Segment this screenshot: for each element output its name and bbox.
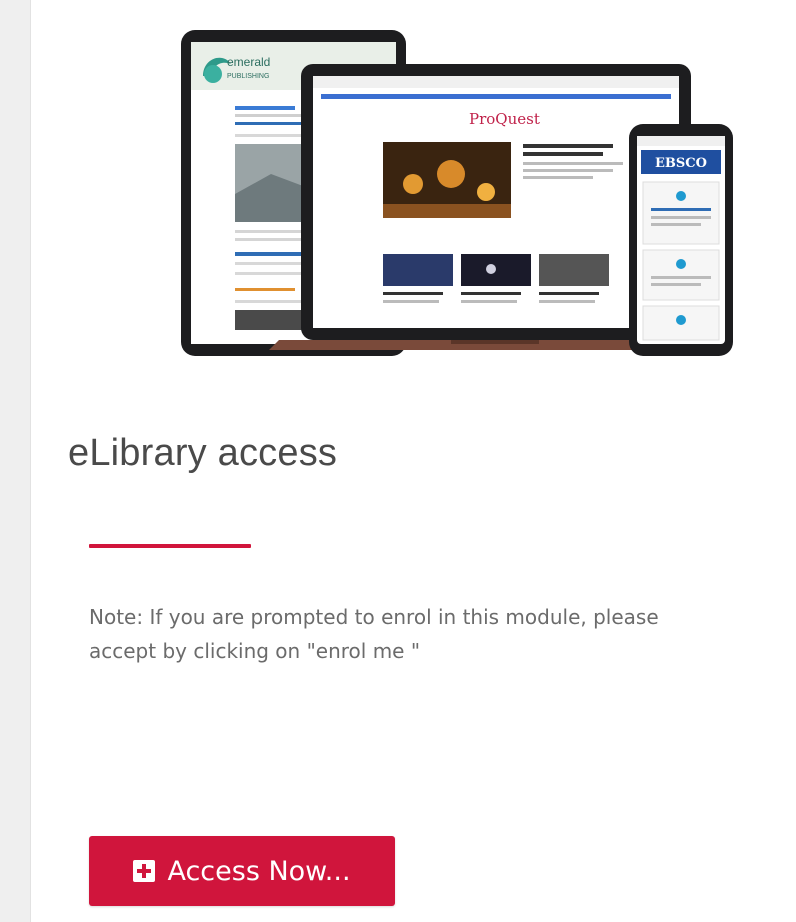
devices-hero-image: emerald PUBLISHING ProQuest EBSCO — [181, 30, 733, 356]
enrol-note: Note: If you are prompted to enrol in th… — [89, 600, 796, 668]
svg-text:PUBLISHING: PUBLISHING — [227, 73, 269, 80]
access-now-button-label: Access Now... — [167, 855, 351, 887]
svg-text:ProQuest: ProQuest — [469, 110, 540, 128]
access-now-button[interactable]: Access Now... — [89, 836, 395, 906]
enrol-note-line-2: accept by clicking on "enrol me " — [89, 639, 421, 663]
card-title: eLibrary access — [68, 432, 338, 474]
left-sidebar-edge — [0, 0, 31, 922]
plus-square-icon — [133, 860, 156, 882]
title-accent-divider — [89, 544, 251, 548]
ebsco-logo: EBSCO — [641, 150, 721, 174]
svg-text:emerald: emerald — [227, 55, 270, 69]
elibrary-card: emerald PUBLISHING ProQuest EBSCO eLibra… — [31, 0, 796, 922]
phone-device: EBSCO — [629, 124, 733, 356]
enrol-note-line-1: Note: If you are prompted to enrol in th… — [89, 605, 659, 629]
page: emerald PUBLISHING ProQuest EBSCO eLibra… — [0, 0, 796, 922]
proquest-logo: ProQuest — [469, 110, 540, 128]
svg-text:EBSCO: EBSCO — [655, 156, 707, 171]
